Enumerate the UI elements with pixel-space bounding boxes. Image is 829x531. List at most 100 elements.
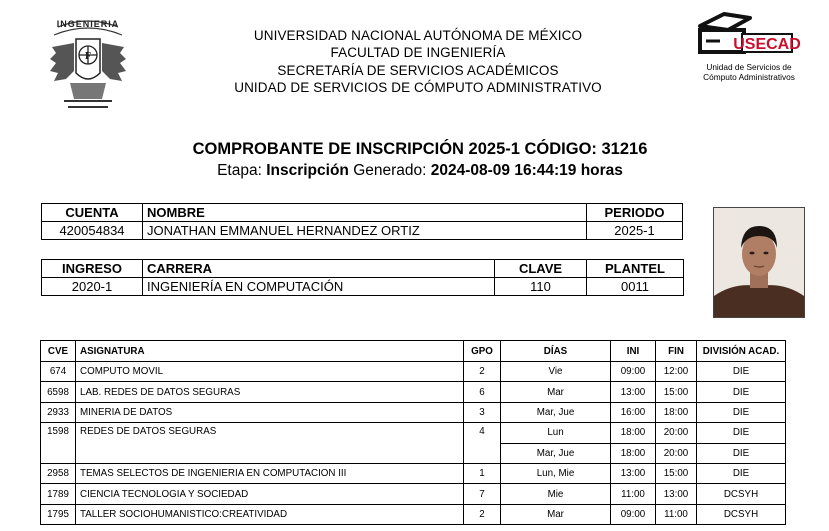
subjects-header-row: CVE ASIGNATURA GPO DÍAS INI FIN DIVISIÓN… xyxy=(40,340,786,362)
row-ini: 16:00 xyxy=(610,401,656,424)
row-division: DIE xyxy=(696,360,786,383)
row-division: DIE xyxy=(696,401,786,424)
col-fin: FIN xyxy=(655,340,697,362)
usecad-caption: Unidad de Servicios de Cómputo Administr… xyxy=(703,62,795,82)
header-line-faculty: FACULTAD DE INGENIERÍA xyxy=(330,45,506,61)
row-gpo: 2 xyxy=(463,360,501,383)
row-asignatura: COMPUTO MOVIL xyxy=(75,360,464,383)
row-dias: Vie xyxy=(500,360,611,383)
table-row: 1598 REDES DE DATOS SEGURAS 4 Lun 18:00 … xyxy=(40,422,786,464)
row-division: DIE xyxy=(696,462,786,485)
student-photo xyxy=(713,207,805,318)
row-dias: Lun, Mie xyxy=(500,462,611,485)
row-gpo: 3 xyxy=(463,401,501,424)
row-ini: 09:00 xyxy=(610,360,656,383)
row-fin: 20:00 xyxy=(655,442,697,464)
institution-header: UNIVERSIDAD NACIONAL AUTÓNOMA DE MÉXICO … xyxy=(200,27,636,96)
periodo-header: PERIODO xyxy=(586,203,683,222)
carrera-value: INGENIERÍA EN COMPUTACIÓN xyxy=(142,277,495,296)
row-fin: 20:00 xyxy=(655,422,697,444)
plantel-header: PLANTEL xyxy=(586,259,684,278)
row-fin: 15:00 xyxy=(655,462,697,485)
row-ini: 13:00 xyxy=(610,381,656,403)
etapa-label: Etapa: xyxy=(217,162,262,179)
subjects-table: CVE ASIGNATURA GPO DÍAS INI FIN DIVISIÓN… xyxy=(40,340,786,526)
row-fin: 18:00 xyxy=(655,401,697,424)
row-asignatura: CIENCIA TECNOLOGIA Y SOCIEDAD xyxy=(75,483,464,505)
row-cve: 674 xyxy=(40,360,76,383)
row-gpo: 6 xyxy=(463,381,501,403)
svg-text:F: F xyxy=(85,51,91,62)
row-division: DIE xyxy=(696,422,786,444)
cuenta-value: 420054834 xyxy=(41,221,143,240)
row-dias: Mar, Jue xyxy=(500,401,611,424)
row-division: DCSYH xyxy=(696,483,786,505)
row-ini: 09:00 xyxy=(610,503,656,526)
generado-label: Generado: xyxy=(353,162,427,179)
row-ini: 18:00 xyxy=(610,422,656,444)
row-fin: 15:00 xyxy=(655,381,697,403)
svg-text:INGENIERIA: INGENIERIA xyxy=(57,19,120,29)
col-division: DIVISIÓN ACAD. xyxy=(696,340,786,362)
nombre-header: NOMBRE xyxy=(142,203,587,222)
table-row: 1789 CIENCIA TECNOLOGIA Y SOCIEDAD 7 Mie… xyxy=(40,483,786,505)
row-dias: Mar, Jue xyxy=(500,442,611,464)
row-dias: Mar xyxy=(500,381,611,403)
ingreso-header: INGRESO xyxy=(41,259,143,278)
clave-header: CLAVE xyxy=(494,259,587,278)
facultad-ingenieria-logo: INGENIERIA F xyxy=(44,13,132,113)
row-cve: 6598 xyxy=(40,381,76,403)
row-cve: 1795 xyxy=(40,503,76,526)
header-line-unit: UNIDAD DE SERVICIOS DE CÓMPUTO ADMINISTR… xyxy=(234,79,602,95)
document-title: COMPROBANTE DE INSCRIPCIÓN 2025-1 CÓDIGO… xyxy=(192,140,648,158)
student-account-table: CUENTA NOMBRE PERIODO 420054834 JONATHAN… xyxy=(41,203,683,240)
row-asignatura: REDES DE DATOS SEGURAS xyxy=(75,422,464,464)
cuenta-header: CUENTA xyxy=(41,203,143,222)
row-ini: 18:00 xyxy=(610,442,656,464)
row-asignatura: TALLER SOCIOHUMANISTICO:CREATIVIDAD xyxy=(75,503,464,526)
row-gpo: 7 xyxy=(463,483,501,505)
row-ini: 13:00 xyxy=(610,462,656,485)
row-cve: 2933 xyxy=(40,401,76,424)
nombre-value: JONATHAN EMMANUEL HERNANDEZ ORTIZ xyxy=(142,221,587,240)
svg-text:USECAD: USECAD xyxy=(733,36,801,53)
row-fin: 12:00 xyxy=(655,360,697,383)
ingreso-value: 2020-1 xyxy=(41,277,143,296)
row-gpo: 2 xyxy=(463,503,501,526)
row-cve: 2958 xyxy=(40,462,76,485)
generado-value: 2024-08-09 16:44:19 horas xyxy=(430,162,623,179)
usecad-logo: USECAD Unidad de Servicios de Cómputo Ad… xyxy=(688,8,810,90)
row-division: DIE xyxy=(696,381,786,403)
row-dias: Lun xyxy=(500,422,611,444)
row-cve: 1598 xyxy=(40,422,76,464)
col-dias: DÍAS xyxy=(500,340,611,362)
row-fin: 13:00 xyxy=(655,483,697,505)
row-gpo: 1 xyxy=(463,462,501,485)
row-division: DCSYH xyxy=(696,503,786,526)
student-career-table: INGRESO CARRERA CLAVE PLANTEL 2020-1 ING… xyxy=(41,259,684,296)
row-dias: Mie xyxy=(500,483,611,505)
plantel-value: 0011 xyxy=(586,277,684,296)
col-ini: INI xyxy=(610,340,656,362)
row-cve: 1789 xyxy=(40,483,76,505)
row-division: DIE xyxy=(696,442,786,464)
row-asignatura: MINERIA DE DATOS xyxy=(75,401,464,424)
row-fin: 11:00 xyxy=(655,503,697,526)
table-row: 1795 TALLER SOCIOHUMANISTICO:CREATIVIDAD… xyxy=(40,503,786,526)
carrera-header: CARRERA xyxy=(142,259,495,278)
row-asignatura: LAB. REDES DE DATOS SEGURAS xyxy=(75,381,464,403)
table-row: 2933 MINERIA DE DATOS 3 Mar, Jue 16:00 1… xyxy=(40,401,786,424)
col-cve: CVE xyxy=(40,340,76,362)
col-asignatura: ASIGNATURA xyxy=(75,340,464,362)
periodo-value: 2025-1 xyxy=(586,221,683,240)
row-ini: 11:00 xyxy=(610,483,656,505)
row-asignatura: TEMAS SELECTOS DE INGENIERIA EN COMPUTAC… xyxy=(75,462,464,485)
row-dias: Mar xyxy=(500,503,611,526)
table-row: 674 COMPUTO MOVIL 2 Vie 09:00 12:00 DIE xyxy=(40,360,786,383)
col-gpo: GPO xyxy=(463,340,501,362)
document-subtitle: Etapa: Inscripción Generado: 2024-08-09 … xyxy=(120,162,720,180)
header-line-university: UNIVERSIDAD NACIONAL AUTÓNOMA DE MÉXICO xyxy=(253,28,583,43)
clave-value: 110 xyxy=(494,277,587,296)
etapa-value: Inscripción xyxy=(266,162,349,179)
table-row: 6598 LAB. REDES DE DATOS SEGURAS 6 Mar 1… xyxy=(40,381,786,403)
